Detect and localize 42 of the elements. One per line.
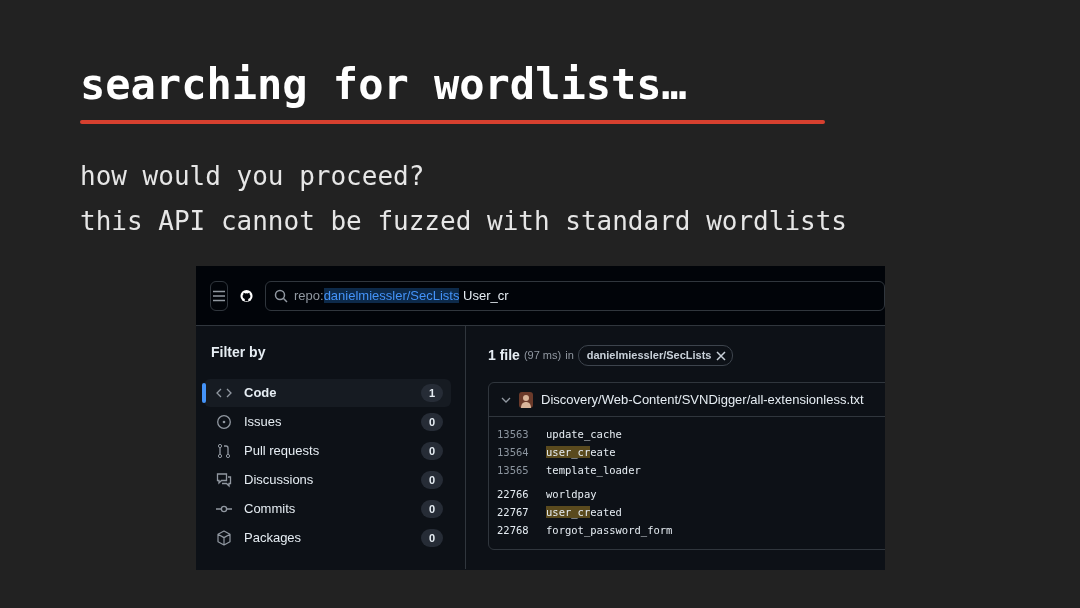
filter-item[interactable]: Commits 0 bbox=[204, 494, 451, 523]
line-number: 22766 bbox=[497, 487, 530, 502]
count-badge: 0 bbox=[421, 412, 443, 431]
repo-filter-chip[interactable]: danielmiessler/SecLists bbox=[577, 345, 734, 366]
code-line: worldpay bbox=[546, 487, 597, 502]
line-number: 13565 bbox=[497, 463, 530, 478]
code-line: forgot_password_form bbox=[546, 523, 673, 539]
search-field[interactable]: repo:danielmiessler/SecLists User_cr bbox=[265, 280, 885, 311]
discussion-icon bbox=[216, 471, 232, 488]
line-number: 22768 bbox=[497, 523, 530, 538]
issue-icon bbox=[216, 413, 232, 430]
slide-text: how would you proceed? bbox=[80, 160, 425, 194]
filter-item[interactable]: Code 1 bbox=[204, 378, 451, 407]
search-icon bbox=[274, 288, 288, 303]
menu-button[interactable] bbox=[210, 280, 228, 311]
in-label: in bbox=[565, 348, 574, 364]
count-badge: 0 bbox=[421, 441, 443, 460]
code-line: user_create bbox=[546, 445, 616, 461]
pull-request-icon bbox=[216, 442, 232, 459]
timing-text: (97 ms) bbox=[523, 348, 562, 364]
count-badge: 0 bbox=[421, 470, 443, 489]
package-icon bbox=[216, 529, 232, 546]
sidebar-heading: Filter by bbox=[211, 344, 267, 361]
code-line: template_loader bbox=[546, 463, 641, 479]
line-number: 22767 bbox=[497, 505, 530, 520]
slide-text: this API cannot be fuzzed with standard wordlists bbox=[80, 205, 847, 239]
result-count: 1 file bbox=[488, 346, 520, 365]
code-line: user_created bbox=[546, 505, 622, 521]
close-icon[interactable] bbox=[716, 350, 727, 361]
line-number: 13563 bbox=[497, 427, 530, 442]
count-badge: 0 bbox=[421, 499, 443, 518]
filter-item[interactable]: Discussions 0 bbox=[204, 465, 451, 494]
line-number: 13564 bbox=[497, 445, 530, 460]
code-line: update_cache bbox=[546, 427, 622, 443]
avatar-icon bbox=[519, 391, 533, 408]
count-badge: 0 bbox=[421, 528, 443, 547]
filter-item[interactable]: Issues 0 bbox=[204, 407, 451, 436]
file-path-link[interactable]: Discovery/Web-Content/SVNDigger/all-extensionless.txt bbox=[541, 389, 864, 410]
count-badge: 1 bbox=[421, 383, 443, 402]
filter-item[interactable]: Pull requests 0 bbox=[204, 436, 451, 465]
slide-title: searching for wordlists… bbox=[80, 62, 687, 109]
filter-item[interactable]: Packages 0 bbox=[204, 523, 451, 552]
